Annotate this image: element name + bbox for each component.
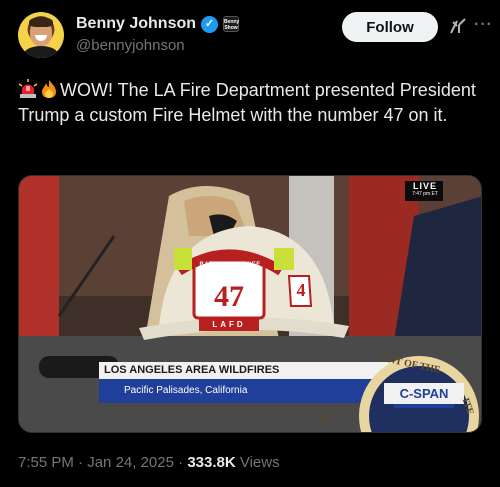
avatar[interactable] bbox=[18, 12, 64, 58]
affiliation-badge-text: Benny Show bbox=[224, 19, 240, 31]
verified-badge-icon[interactable]: ✓ bbox=[201, 15, 219, 33]
helmet-number: 47 bbox=[214, 280, 244, 313]
helmet-side-number: 4 bbox=[296, 280, 306, 300]
live-label: LIVE bbox=[412, 181, 437, 191]
separator: · bbox=[178, 454, 184, 471]
siren-emoji bbox=[18, 79, 38, 98]
fire-emoji bbox=[42, 80, 56, 98]
tweet-header: Benny Johnson ✓ Benny Show @bennyjohnson… bbox=[18, 12, 492, 60]
helmet-bottom-text: LAFD bbox=[212, 320, 246, 329]
chyron-location: Pacific Palisades, California bbox=[124, 385, 248, 396]
video-media[interactable]: LIVE 7:47 pm ET BATTALION CHIEF 47 LAFD … bbox=[18, 175, 482, 433]
post-date[interactable]: Jan 24, 2025 bbox=[87, 454, 174, 471]
more-icon[interactable]: ··· bbox=[474, 16, 493, 34]
avatar-shirt bbox=[24, 46, 58, 58]
live-badge: LIVE 7:47 pm ET bbox=[405, 181, 445, 198]
affiliation-badge[interactable]: Benny Show bbox=[223, 16, 239, 32]
tweet-body: WOW! The LA Fire Department presented Pr… bbox=[18, 78, 484, 128]
display-name[interactable]: Benny Johnson bbox=[76, 15, 196, 33]
views-label: Views bbox=[239, 454, 280, 471]
helmet-top-text: BATTALION CHIEF bbox=[199, 262, 261, 268]
handle[interactable]: @bennyjohnson bbox=[76, 37, 185, 54]
separator: · bbox=[78, 454, 84, 471]
views-count: 333.8K bbox=[187, 454, 236, 471]
c-span-logo: C-SPAN bbox=[399, 386, 449, 401]
name-row: Benny Johnson ✓ Benny Show bbox=[76, 15, 239, 33]
follow-button[interactable]: Follow bbox=[342, 12, 438, 42]
post-time[interactable]: 7:55 PM bbox=[18, 454, 74, 471]
tweet-text: WOW! The LA Fire Department presented Pr… bbox=[18, 80, 476, 125]
tweet-meta: 7:55 PM · Jan 24, 2025 · 333.8K Views bbox=[18, 454, 280, 471]
avatar-hair bbox=[29, 17, 53, 27]
grok-icon[interactable] bbox=[448, 16, 468, 36]
chyron-title: LOS ANGELES AREA WILDFIRES bbox=[104, 364, 280, 376]
live-time: 7:47 pm ET bbox=[412, 191, 438, 197]
